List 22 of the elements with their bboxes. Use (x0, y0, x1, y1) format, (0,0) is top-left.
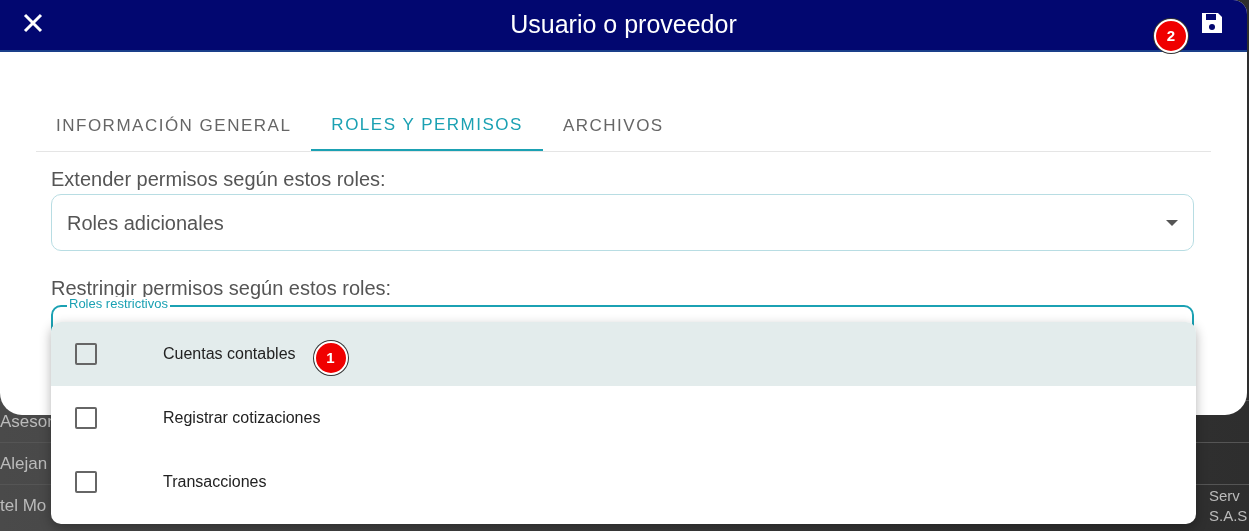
table-cell-text: Asesor (0, 410, 53, 433)
table-cell: S.A.S (1209, 505, 1249, 526)
field-caption: Restringir permisos según estos roles: (51, 276, 393, 299)
caret-icon (1166, 219, 1178, 226)
menu-item[interactable]: Transacciones (51, 450, 1196, 514)
checkbox[interactable] (75, 471, 97, 493)
number-badge: 2 (1154, 19, 1188, 53)
checkbox[interactable] (75, 407, 97, 429)
menu-item[interactable]: Registrar cotizaciones (51, 386, 1196, 450)
table-cell-text: Serv (1209, 485, 1241, 506)
menu-item[interactable]: Cuentas contables 1 (51, 322, 1196, 386)
table-cell-text: Alejan (0, 452, 48, 475)
field-caption: Extender permisos según estos roles: (51, 167, 387, 192)
close-icon[interactable] (22, 12, 44, 34)
dialog-title: Usuario o proveedor (510, 9, 737, 41)
checkbox[interactable] (75, 343, 97, 365)
tab[interactable]: ARCHIVOS (542, 100, 684, 151)
number-badge: 1 (313, 341, 348, 375)
select-field[interactable]: Roles adicionales (51, 194, 1194, 251)
tab[interactable]: INFORMACIÓN GENERAL (36, 100, 312, 151)
table-cell-text: tel Mo (0, 494, 47, 517)
save-icon[interactable] (1200, 11, 1224, 35)
